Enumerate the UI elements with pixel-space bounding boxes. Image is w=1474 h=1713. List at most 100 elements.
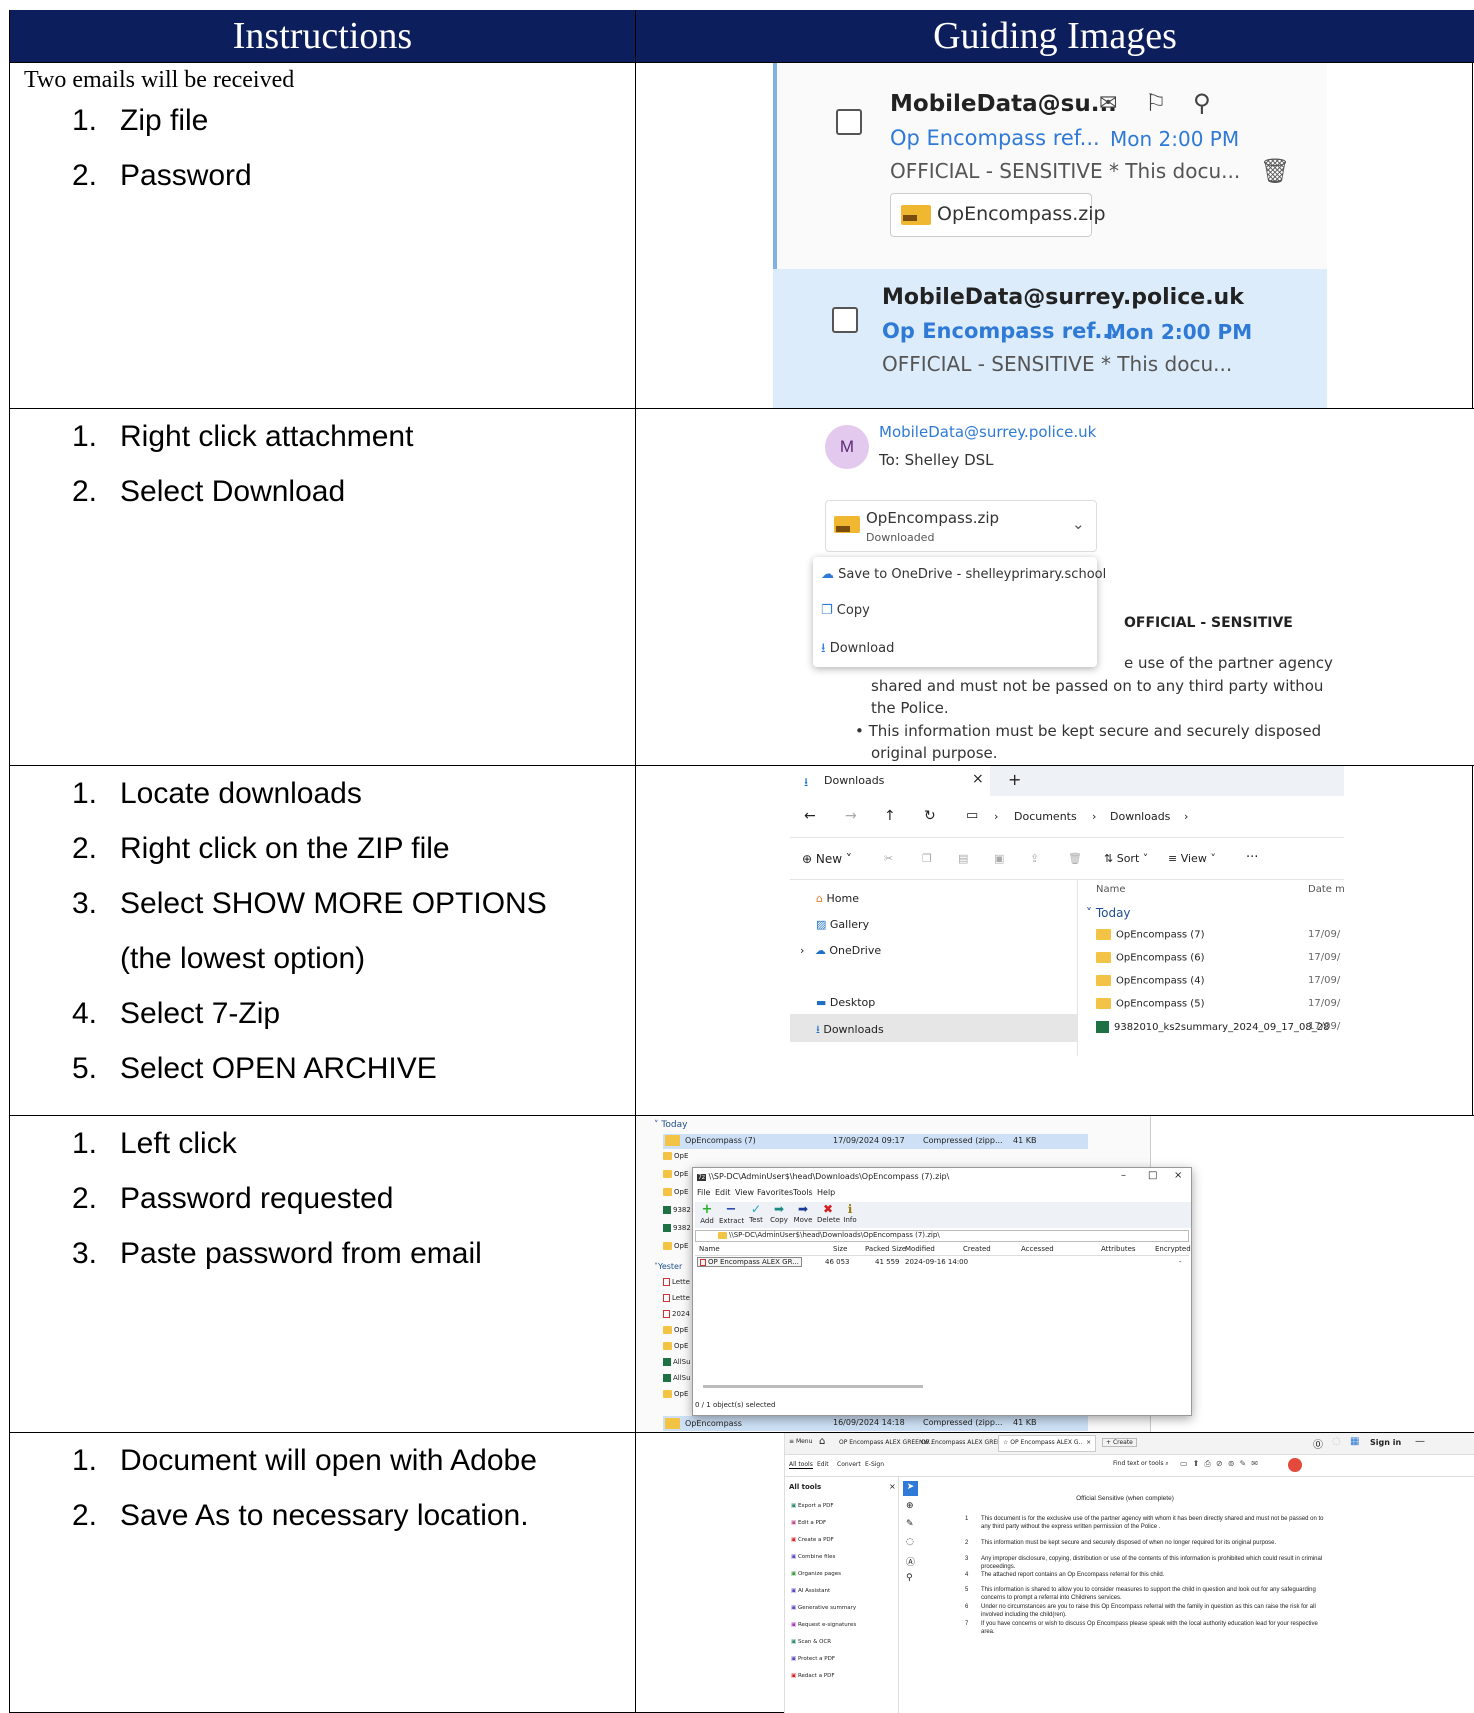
group-today[interactable]: ˅ Today: [1086, 906, 1131, 920]
zoom-icon[interactable]: ⊕: [906, 1501, 914, 1511]
maximize-icon[interactable]: □: [1148, 1170, 1157, 1181]
mail-checkbox[interactable]: [832, 307, 858, 333]
new-button[interactable]: ⊕ New ˅: [802, 852, 852, 866]
horizontal-scrollbar[interactable]: [703, 1385, 923, 1388]
column-header-created[interactable]: Created: [963, 1245, 991, 1253]
refresh-icon[interactable]: ↻: [924, 808, 936, 824]
file-row-selected[interactable]: OpEncompass 16/09/2024 14:18 Compressed …: [663, 1416, 1088, 1431]
nav-item-gallery[interactable]: ▨ Gallery: [816, 918, 869, 931]
tab-all-tools[interactable]: All tools: [789, 1461, 813, 1469]
file-item[interactable]: Lette: [663, 1294, 690, 1302]
delete-icon[interactable]: 🗑: [1068, 852, 1082, 865]
tool-request-esignatures[interactable]: ▣ Request e-signatures: [791, 1622, 856, 1628]
menu-file[interactable]: File: [697, 1188, 710, 1197]
help-icon[interactable]: ⓪: [1313, 1436, 1323, 1451]
tab-downloads[interactable]: ⭳ Downloads ×: [790, 766, 990, 796]
file-item[interactable]: OpE: [663, 1390, 688, 1398]
menu-tools[interactable]: Tools: [793, 1188, 813, 1197]
menu-help[interactable]: Help: [817, 1188, 835, 1197]
menu-item-download[interactable]: ⭳ Download: [821, 639, 894, 661]
more-options-icon[interactable]: ···: [1246, 850, 1258, 865]
file-item[interactable]: AllSu: [663, 1358, 691, 1366]
nav-item-downloads[interactable]: ⭳ Downloads: [790, 1014, 1077, 1042]
close-icon[interactable]: ×: [889, 1482, 896, 1491]
menu-item-copy[interactable]: ❐ Copy: [821, 603, 870, 618]
close-icon[interactable]: ×: [972, 771, 984, 787]
pin-icon[interactable]: ⚲: [1193, 89, 1211, 117]
column-header-attributes[interactable]: Attributes: [1101, 1245, 1136, 1253]
file-item[interactable]: AllSu: [663, 1374, 691, 1382]
create-tab-button[interactable]: + Create: [1102, 1438, 1137, 1447]
file-item[interactable]: OpE: [663, 1152, 688, 1160]
file-item[interactable]: 9382: [663, 1224, 691, 1232]
text-box-icon[interactable]: Ⓐ: [906, 1555, 915, 1568]
file-row[interactable]: OpEncompass (7): [1096, 929, 1204, 941]
file-item[interactable]: OpE: [663, 1326, 688, 1334]
tab-document[interactable]: OP Encompass ALEX GREENW..: [839, 1439, 933, 1446]
rename-icon[interactable]: ▣: [994, 852, 1004, 865]
column-header-modified[interactable]: Modified: [905, 1245, 935, 1253]
info-button[interactable]: ℹ Info: [843, 1202, 857, 1224]
tool-redact-pdf[interactable]: ▣ Redact a PDF: [791, 1673, 835, 1679]
sort-button[interactable]: ⇅ Sort ˅: [1104, 852, 1148, 865]
column-header-date[interactable]: Date m: [1308, 884, 1345, 895]
breadcrumb-downloads[interactable]: Downloads: [1110, 810, 1170, 823]
nav-item-home[interactable]: ⌂ Home: [816, 892, 859, 905]
minimize-icon[interactable]: —: [1415, 1436, 1425, 1447]
column-header-encrypted[interactable]: Encrypted: [1155, 1245, 1191, 1253]
tool-scan-ocr[interactable]: ▣ Scan & OCR: [791, 1639, 831, 1645]
menu-edit[interactable]: Edit: [715, 1188, 731, 1197]
nav-item-onedrive[interactable]: › ☁ OneDrive: [800, 944, 881, 957]
file-row[interactable]: OpEncompass (4): [1096, 975, 1204, 987]
copy-button[interactable]: ➡ Copy: [769, 1202, 789, 1224]
file-row[interactable]: OpEncompass (5): [1096, 998, 1204, 1010]
tool-combine-files[interactable]: ▣ Combine files: [791, 1554, 835, 1560]
file-item[interactable]: Lette: [663, 1278, 690, 1286]
toolbar-icon[interactable]: ▭ ⬆ ⎙ ⊘ ⊚ ✎ ✉: [1180, 1459, 1258, 1469]
cut-icon[interactable]: ✂: [884, 852, 893, 865]
menu-favorites[interactable]: Favorites: [757, 1188, 793, 1197]
tool-protect-pdf[interactable]: ▣ Protect a PDF: [791, 1656, 835, 1662]
tab-document-active[interactable]: ☆ OP Encompass ALEX G.. ×: [998, 1435, 1096, 1452]
sender-email[interactable]: MobileData@surrey.police.uk: [879, 423, 1096, 441]
file-item[interactable]: OpE: [663, 1170, 688, 1178]
menu-item-save-onedrive[interactable]: ☁ Save to OneDrive - shelleyprimary.scho…: [821, 567, 1106, 582]
sign-in-button[interactable]: Sign in: [1370, 1438, 1401, 1447]
pen-icon[interactable]: ✎: [906, 1519, 914, 1529]
delete-button[interactable]: ✖ Delete: [817, 1202, 840, 1224]
column-header-name[interactable]: Name: [1096, 884, 1126, 895]
breadcrumb-documents[interactable]: Documents: [1014, 810, 1077, 823]
column-header-size[interactable]: Size: [833, 1245, 847, 1253]
file-item[interactable]: OpE: [663, 1342, 688, 1350]
home-icon[interactable]: ⌂: [819, 1436, 825, 1447]
trash-icon[interactable]: 🗑: [1260, 157, 1290, 185]
back-arrow-icon[interactable]: ←: [804, 808, 816, 824]
apps-grid-icon[interactable]: ▦: [1350, 1436, 1359, 1447]
account-avatar-icon[interactable]: [1288, 1458, 1302, 1472]
menu-button[interactable]: ≡ Menu: [789, 1438, 812, 1445]
file-item[interactable]: 9382: [663, 1206, 691, 1214]
stamp-icon[interactable]: ⚲: [906, 1573, 913, 1583]
paste-icon[interactable]: ▤: [958, 852, 968, 865]
column-header-name[interactable]: Name: [699, 1245, 720, 1253]
path-field[interactable]: \\SP-DC\AdminUser$\head\Downloads\OpEnco…: [695, 1230, 1189, 1242]
new-tab-icon[interactable]: +: [1008, 770, 1021, 789]
forward-arrow-icon[interactable]: →: [845, 808, 857, 824]
find-tools-search[interactable]: Find text or tools ⌕: [1113, 1460, 1169, 1468]
up-arrow-icon[interactable]: ↑: [884, 808, 896, 824]
extract-button[interactable]: − Extract: [719, 1202, 744, 1225]
tool-generative-summary[interactable]: ▣ Generative summary: [791, 1605, 856, 1611]
flag-icon[interactable]: ⚐: [1145, 89, 1167, 117]
lasso-icon[interactable]: ◌: [906, 1537, 914, 1547]
tab-edit[interactable]: Edit: [817, 1461, 829, 1468]
file-row[interactable]: 9382010_ks2summary_2024_09_17_08_28: [1096, 1021, 1329, 1033]
tab-convert[interactable]: Convert: [837, 1461, 861, 1468]
group-yesterday[interactable]: ˅Yester: [654, 1262, 682, 1271]
column-header-accessed[interactable]: Accessed: [1021, 1245, 1054, 1253]
copy-icon[interactable]: ❐: [922, 852, 932, 865]
tab-e-sign[interactable]: E-Sign: [865, 1461, 884, 1468]
mail-item-2[interactable]: MobileData@surrey.police.uk Op Encompass…: [773, 269, 1327, 408]
file-row-selected[interactable]: OpEncompass (7) 17/09/2024 09:17 Compres…: [663, 1134, 1088, 1149]
minimize-icon[interactable]: –: [1121, 1170, 1126, 1181]
view-button[interactable]: ≡ View ˅: [1168, 852, 1216, 865]
